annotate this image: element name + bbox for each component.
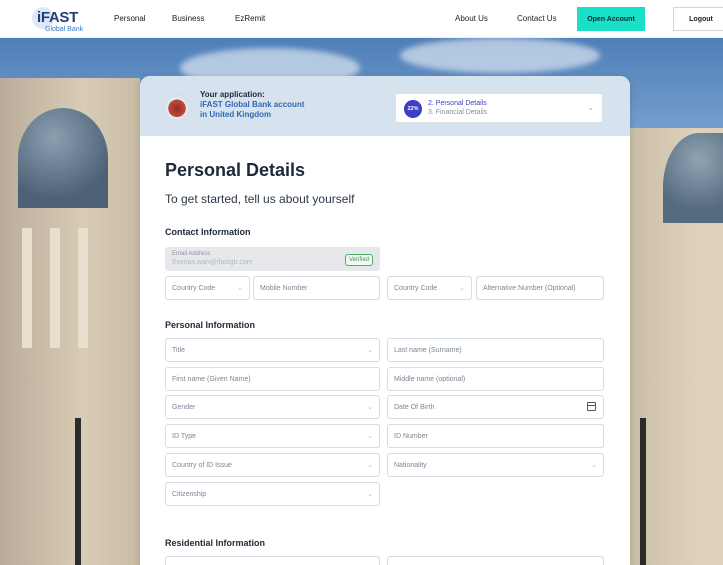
chevron-down-icon: ⌄ xyxy=(237,285,243,292)
id-number-placeholder: ID Number xyxy=(394,433,428,440)
chevron-down-icon: ⌄ xyxy=(367,347,373,354)
citizenship-select[interactable]: Citizenship ⌄ xyxy=(165,482,380,506)
page-subtitle: To get started, tell us about yourself xyxy=(165,192,355,206)
column xyxy=(22,228,32,348)
nationality-placeholder: Nationality xyxy=(394,462,427,469)
date-of-birth-input[interactable]: Date Of Birth xyxy=(387,395,604,419)
alt-country-code-select[interactable]: Country Code ⌄ xyxy=(387,276,472,300)
logout-button[interactable]: Logout xyxy=(673,7,723,31)
cloud xyxy=(400,38,600,73)
nav-personal[interactable]: Personal xyxy=(114,14,146,23)
residential-field[interactable] xyxy=(387,556,604,565)
country-code-placeholder: Country Code xyxy=(394,285,438,292)
open-account-button[interactable]: Open Account xyxy=(577,7,645,31)
id-number-input[interactable]: ID Number xyxy=(387,424,604,448)
title-placeholder: Title xyxy=(172,347,185,354)
gender-select[interactable]: Gender ⌄ xyxy=(165,395,380,419)
id-type-placeholder: ID Type xyxy=(172,433,196,440)
step-progress-dropdown[interactable]: 22% 2. Personal Details 3. Financial Det… xyxy=(395,93,603,123)
country-of-id-issue-placeholder: Country of ID Issue xyxy=(172,462,232,469)
country-code-placeholder: Country Code xyxy=(172,285,216,292)
calendar-icon[interactable] xyxy=(587,402,596,411)
mobile-number-input[interactable]: Mobile Number xyxy=(253,276,380,300)
street-lamp xyxy=(75,418,81,565)
country-of-id-issue-select[interactable]: Country of ID Issue ⌄ xyxy=(165,453,380,477)
email-value: thomas.wan@ifastgb.com xyxy=(172,259,253,266)
contact-information-heading: Contact Information xyxy=(165,227,251,237)
country-code-select[interactable]: Country Code ⌄ xyxy=(165,276,250,300)
nav-contact-us[interactable]: Contact Us xyxy=(517,14,557,23)
nav-ezremit[interactable]: EzRemit xyxy=(235,14,265,23)
ifast-logo[interactable]: iFAST Global Bank xyxy=(32,6,94,34)
chevron-down-icon: ⌄ xyxy=(591,462,597,469)
gender-placeholder: Gender xyxy=(172,404,196,411)
first-name-placeholder: First name (Given Name) xyxy=(172,376,251,383)
column xyxy=(78,228,88,348)
nationality-select[interactable]: Nationality ⌄ xyxy=(387,453,604,477)
application-title: Your application: xyxy=(200,90,265,99)
uk-bus-icon xyxy=(164,94,190,120)
application-product: iFAST Global Bank account xyxy=(200,100,305,109)
logo-wordmark: iFAST xyxy=(37,9,79,26)
current-step-label: 2. Personal Details xyxy=(428,100,487,107)
last-name-input[interactable]: Last name (Surname) xyxy=(387,338,604,362)
id-type-select[interactable]: ID Type ⌄ xyxy=(165,424,380,448)
middle-name-input[interactable]: Middle name (optional) xyxy=(387,367,604,391)
email-label: Email Address xyxy=(172,251,211,257)
nav-about-us[interactable]: About Us xyxy=(455,14,488,23)
personal-information-heading: Personal Information xyxy=(165,320,256,330)
last-name-placeholder: Last name (Surname) xyxy=(394,347,462,354)
date-of-birth-placeholder: Date Of Birth xyxy=(394,404,435,411)
left-dome xyxy=(18,108,108,208)
residential-information-heading: Residential Information xyxy=(165,538,266,548)
column xyxy=(50,228,60,348)
chevron-down-icon: ⌄ xyxy=(587,103,594,112)
street-lamp xyxy=(640,418,646,565)
chevron-down-icon: ⌄ xyxy=(367,462,373,469)
email-field: Email Address thomas.wan@ifastgb.com Ver… xyxy=(165,247,380,271)
verified-badge: Verified xyxy=(344,254,373,266)
residential-field[interactable] xyxy=(165,556,380,565)
chevron-down-icon: ⌄ xyxy=(367,491,373,498)
title-select[interactable]: Title ⌄ xyxy=(165,338,380,362)
next-step-label: 3. Financial Details xyxy=(428,109,488,116)
chevron-down-icon: ⌄ xyxy=(367,404,373,411)
first-name-input[interactable]: First name (Given Name) xyxy=(165,367,380,391)
chevron-down-icon: ⌄ xyxy=(459,285,465,292)
alternative-number-input[interactable]: Alternative Number (Optional) xyxy=(476,276,604,300)
alternative-number-placeholder: Alternative Number (Optional) xyxy=(483,285,576,292)
nav-business[interactable]: Business xyxy=(172,14,204,23)
mobile-number-placeholder: Mobile Number xyxy=(260,285,308,292)
chevron-down-icon: ⌄ xyxy=(367,433,373,440)
middle-name-placeholder: Middle name (optional) xyxy=(394,376,466,383)
citizenship-placeholder: Citizenship xyxy=(172,491,207,498)
logo-subtitle: Global Bank xyxy=(45,26,84,33)
progress-percent-badge: 22% xyxy=(404,100,422,118)
top-navigation-bar: iFAST Global Bank Personal Business EzRe… xyxy=(0,0,723,38)
page-title: Personal Details xyxy=(165,160,306,180)
application-summary: Your application: iFAST Global Bank acco… xyxy=(140,76,630,136)
application-form-card: Your application: iFAST Global Bank acco… xyxy=(140,76,630,565)
application-country: in United Kingdom xyxy=(200,110,272,119)
